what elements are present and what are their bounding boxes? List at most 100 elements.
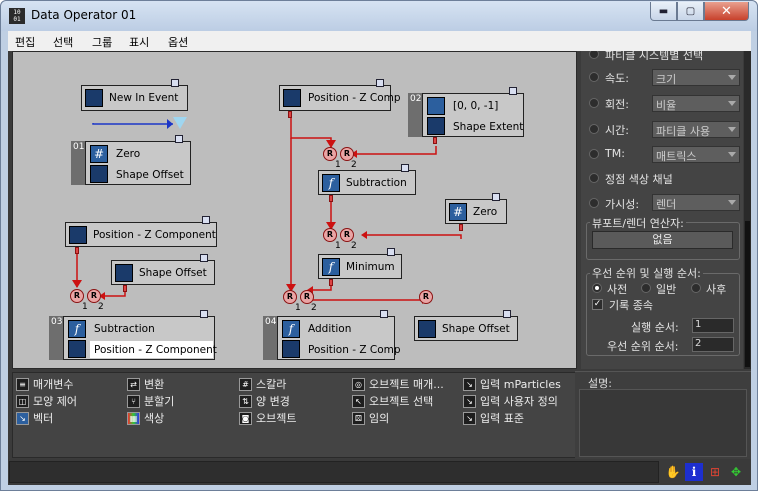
object-param-icon: ◎ <box>352 377 365 391</box>
output-plug[interactable] <box>459 224 463 231</box>
port-r[interactable]: R <box>323 228 337 242</box>
amount-change-icon: ⇅ <box>239 394 252 408</box>
rotation-dropdown[interactable]: 비율 <box>652 95 740 112</box>
navigate-icon[interactable]: ✥ <box>727 463 745 481</box>
palette-item-input-mparticles[interactable]: ↘ 입력 mParticles <box>463 376 561 392</box>
radio-normal[interactable] <box>641 283 651 293</box>
palette-item-color[interactable]: ▦ 색상 <box>127 410 164 426</box>
radio-particle-system[interactable] <box>589 51 599 59</box>
menu-options[interactable]: 옵션 <box>168 34 188 50</box>
port-r[interactable]: R <box>70 289 84 303</box>
node-tab[interactable] <box>509 87 517 95</box>
palette-item-input-standard[interactable]: ↘ 입력 표준 <box>463 410 524 426</box>
palette-item-object-param[interactable]: ◎ 오브젝트 매개... <box>352 376 444 392</box>
priority-order-field[interactable]: 2 <box>692 337 734 352</box>
port-r[interactable]: R <box>340 147 354 161</box>
node-tab[interactable] <box>376 79 384 87</box>
palette-item-scalar[interactable]: # 스칼라 <box>239 376 286 392</box>
menu-select[interactable]: 선택 <box>53 34 73 50</box>
node-subtraction[interactable]: f Subtraction <box>318 164 416 195</box>
node-minimum[interactable]: f Minimum <box>318 248 402 279</box>
port-r[interactable]: R <box>419 290 433 304</box>
node-zero-right[interactable]: # Zero <box>445 193 507 224</box>
palette-item-amount-change[interactable]: ⇅ 양 변경 <box>239 393 290 409</box>
palette-item-splitter[interactable]: ⑂ 분할기 <box>127 393 174 409</box>
radio-tm[interactable] <box>589 149 599 159</box>
output-plug[interactable] <box>329 279 333 286</box>
node-position-z-comp-top[interactable]: Position - Z Comp <box>279 79 401 111</box>
radio-speed[interactable] <box>589 72 599 82</box>
port-number: 2 <box>351 241 357 251</box>
info-icon[interactable]: i <box>685 463 703 481</box>
palette-item-object[interactable]: ◙ 오브젝트 <box>239 410 296 426</box>
port-r[interactable]: R <box>323 147 337 161</box>
hand-icon[interactable]: ✋ <box>664 463 682 481</box>
menu-group[interactable]: 그룹 <box>92 34 112 50</box>
node-label: Position - Z Comp <box>308 92 401 104</box>
exec-order-field[interactable]: 1 <box>692 318 734 333</box>
node-tab[interactable] <box>175 135 183 143</box>
palette-item-parameter[interactable]: ≡ 매개변수 <box>16 376 73 392</box>
node-shape-offset-left[interactable]: Shape Offset <box>111 254 215 285</box>
port-r[interactable]: R <box>340 228 354 242</box>
radio-pre[interactable] <box>592 283 602 293</box>
grid-icon[interactable]: ⊞ <box>706 463 724 481</box>
port-r[interactable]: R <box>283 290 297 304</box>
node-shape-offset-right[interactable]: Shape Offset <box>414 310 518 341</box>
node-tab[interactable] <box>200 310 208 318</box>
palette-item-input-custom[interactable]: ↘ 입력 사용자 정의 <box>463 393 558 409</box>
node-zero-01[interactable]: # Zero Shape Offset <box>85 135 191 185</box>
node-vector-02[interactable]: [0, 0, -1] Shape Extent <box>422 87 524 137</box>
node-tab[interactable] <box>401 164 409 172</box>
node-tab[interactable] <box>492 193 500 201</box>
node-index-04: 04 <box>263 316 277 360</box>
panel-scrollbar[interactable] <box>744 51 751 369</box>
record-checkbox[interactable]: ✓ <box>592 299 603 310</box>
palette-item-random[interactable]: ⚄ 임의 <box>352 410 389 426</box>
close-button[interactable]: ✕ <box>704 2 749 21</box>
palette-item-object-select[interactable]: ↖ 오브젝트 선택 <box>352 393 433 409</box>
node-canvas[interactable]: New In Event 01 # Zero Shape Offset Posi… <box>12 51 577 369</box>
visibility-dropdown[interactable]: 렌더 <box>652 194 740 211</box>
node-tab[interactable] <box>171 79 179 87</box>
scrollbar-thumb[interactable] <box>745 221 750 367</box>
radio-post[interactable] <box>691 283 701 293</box>
port-r[interactable]: R <box>300 290 314 304</box>
output-plug[interactable] <box>75 247 79 254</box>
node-tab[interactable] <box>200 254 208 262</box>
node-tab[interactable] <box>202 216 210 224</box>
node-addition-04[interactable]: f Addition Position - Z Comp <box>277 310 401 360</box>
node-subtraction-03[interactable]: f Subtraction Position - Z Component <box>63 310 217 360</box>
node-tab[interactable] <box>387 248 395 256</box>
priority-title: 우선 순위 및 실행 순서: <box>590 265 703 281</box>
node-position-z-component[interactable]: Position - Z Component <box>65 216 217 247</box>
time-dropdown[interactable]: 파티클 사용 <box>652 121 740 138</box>
menu-view[interactable]: 표시 <box>129 34 149 50</box>
palette-item-shape-control[interactable]: ◫ 모양 제어 <box>16 393 77 409</box>
output-plug[interactable] <box>329 195 333 202</box>
node-tab[interactable] <box>503 310 511 318</box>
port-r[interactable]: R <box>87 289 101 303</box>
visibility-label: 가시성: <box>605 198 640 211</box>
tm-dropdown[interactable]: 매트릭스 <box>652 146 740 163</box>
node-tab[interactable] <box>380 310 388 318</box>
radio-visibility[interactable] <box>589 198 599 208</box>
title-bar[interactable]: 10 01 Data Operator 01 ▬ ▢ ✕ <box>1 1 757 31</box>
palette-item-convert[interactable]: ⇄ 변환 <box>127 376 164 392</box>
menu-bar: 편집 선택 그룹 표시 옵션 <box>8 31 751 51</box>
menu-edit[interactable]: 편집 <box>15 34 35 50</box>
status-field <box>9 461 659 483</box>
output-plug[interactable] <box>433 137 437 144</box>
minimize-button[interactable]: ▬ <box>650 2 677 21</box>
radio-vertex-color[interactable] <box>589 173 599 183</box>
radio-time[interactable] <box>589 124 599 134</box>
radio-rotation[interactable] <box>589 98 599 108</box>
output-plug[interactable] <box>288 111 292 118</box>
viewport-operator-button[interactable]: 없음 <box>592 231 733 249</box>
maximize-button[interactable]: ▢ <box>677 2 704 21</box>
speed-dropdown[interactable]: 크기 <box>652 69 740 86</box>
node-output-label: Shape Offset <box>116 169 184 181</box>
palette-item-vector[interactable]: ↘ 벡터 <box>16 410 53 426</box>
node-new-in-event[interactable]: New In Event <box>81 79 188 111</box>
output-plug[interactable] <box>123 285 127 292</box>
